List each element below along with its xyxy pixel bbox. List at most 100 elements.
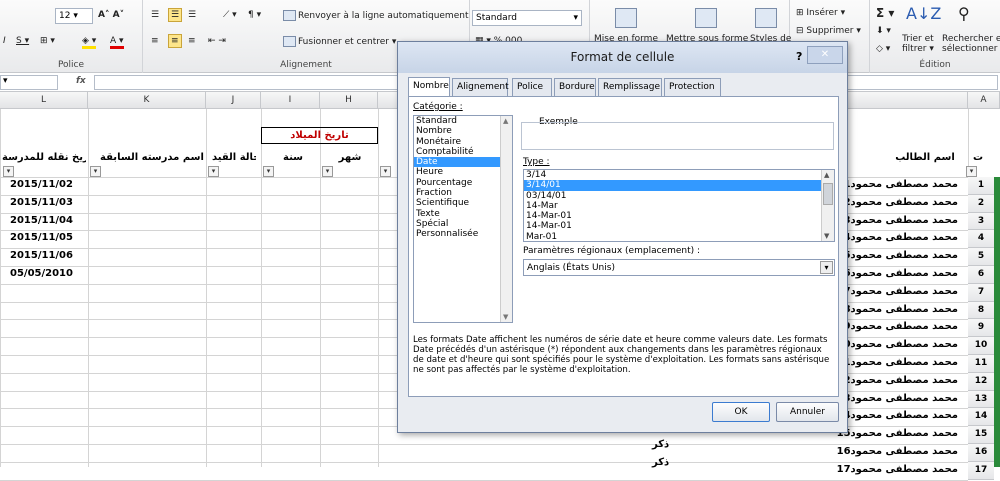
row-number[interactable]: 15 (968, 426, 994, 444)
row-number[interactable]: 7 (968, 283, 994, 302)
col-header-H[interactable]: H (320, 92, 378, 109)
student-name-cell[interactable]: محمد مصطفى محمود1 (844, 179, 958, 190)
student-name-cell[interactable]: محمد مصطفى محمود7 (844, 286, 958, 297)
name-box[interactable]: ▾ (0, 75, 58, 90)
type-item[interactable]: Mar-01 (524, 232, 834, 241)
align-center-button[interactable]: ≡ (168, 34, 182, 48)
gender-cell[interactable]: ذكر (652, 457, 669, 468)
type-item[interactable]: 14-Mar-01 (524, 211, 834, 221)
type-item[interactable]: 03/14/01 (524, 191, 834, 201)
tab-remplissage[interactable]: Remplissage (598, 78, 662, 96)
student-name-cell[interactable]: محمد مصطفى محمود17 (837, 464, 958, 475)
row-number[interactable]: 17 (968, 461, 994, 480)
row-number[interactable]: 2 (968, 194, 994, 213)
col-header-I[interactable]: I (261, 92, 320, 109)
ok-button[interactable]: OK (712, 402, 770, 422)
tab-bordure[interactable]: Bordure (554, 78, 596, 96)
filter-dropdown-A[interactable]: ▾ (966, 166, 977, 177)
student-name-cell[interactable]: محمد مصطفى محمود6 (844, 268, 958, 279)
category-item[interactable]: Nombre (414, 126, 512, 136)
category-item[interactable]: Heure (414, 167, 512, 177)
cancel-button[interactable]: Annuler (776, 402, 839, 422)
category-list[interactable]: Standard Nombre Monétaire Comptabilité Date H… (413, 115, 513, 323)
category-item[interactable]: Comptabilité (414, 147, 512, 157)
type-item[interactable]: 14-Mar (524, 201, 834, 211)
type-list[interactable]: 3/14 3/14/01 03/14/01 14-Mar 14-Mar-01 14-Mar… (523, 169, 835, 242)
transfer-date-cell[interactable]: 05/05/2010 (10, 268, 73, 279)
indent-button[interactable]: ⇤ ⇥ (208, 36, 226, 46)
trier-button[interactable]: Trier et filtrer ▾ (902, 34, 934, 54)
student-name-cell[interactable]: محمد مصطفى محمود14 (837, 410, 958, 421)
category-item[interactable]: Scientifique (414, 198, 512, 208)
type-scrollbar[interactable]: ▲ ▼ (821, 170, 834, 241)
student-name-cell[interactable]: محمد مصطفى محمود16 (837, 446, 958, 457)
align-right-button[interactable]: ≡ (188, 36, 196, 46)
filter-dropdown-L[interactable]: ▾ (3, 166, 14, 177)
col-header-J[interactable]: J (206, 92, 261, 109)
scroll-down-icon[interactable]: ▼ (503, 313, 508, 321)
close-button[interactable]: ✕ (807, 46, 843, 64)
help-button[interactable]: ? (796, 50, 802, 63)
align-top-button[interactable]: ☰ (151, 10, 159, 20)
student-name-cell[interactable]: محمد مصطفى محمود4 (844, 232, 958, 243)
fill-button[interactable]: ⬇ ▾ (876, 26, 891, 36)
filter-dropdown-I[interactable]: ▾ (263, 166, 274, 177)
grow-font-button[interactable]: A˄ A˅ (98, 10, 124, 20)
italic-button[interactable]: I (3, 36, 6, 46)
student-name-cell[interactable]: محمد مصطفى محمود2 (844, 197, 958, 208)
row-number[interactable]: 16 (968, 444, 994, 462)
student-name-cell[interactable]: محمد مصطفى محمود9 (844, 321, 958, 332)
student-name-cell[interactable]: محمد مصطفى محمود11 (837, 357, 958, 368)
transfer-date-cell[interactable]: 2015/11/06 (10, 250, 73, 261)
category-item[interactable]: Monétaire (414, 137, 512, 147)
row-number[interactable]: 3 (968, 212, 994, 231)
category-item[interactable]: Fraction (414, 188, 512, 198)
transfer-date-cell[interactable]: 2015/11/02 (10, 179, 73, 190)
transfer-date-cell[interactable]: 2015/11/05 (10, 232, 73, 243)
orientation-button[interactable]: ⟋ ▾ (223, 10, 237, 20)
row-number[interactable]: 1 (968, 177, 994, 195)
transfer-date-cell[interactable]: 2015/11/03 (10, 197, 73, 208)
type-item[interactable]: 14-Mar-01 (524, 221, 834, 231)
student-name-cell[interactable]: محمد مصطفى محمود3 (844, 215, 958, 226)
filter-dropdown-H2[interactable]: ▾ (380, 166, 391, 177)
align-middle-button[interactable]: ☰ (168, 8, 183, 22)
row-number[interactable]: 9 (968, 319, 994, 338)
row-number[interactable]: 14 (968, 408, 994, 427)
category-item[interactable]: Standard (414, 116, 512, 126)
clear-button[interactable]: ◇ ▾ (876, 44, 890, 54)
sum-icon[interactable]: Σ ▾ (876, 6, 894, 20)
type-item[interactable]: 3/14/01 (524, 180, 834, 191)
tab-police[interactable]: Police (512, 78, 552, 96)
col-header-A[interactable]: A (968, 92, 1000, 109)
category-item[interactable]: Texte (414, 209, 512, 219)
row-number[interactable]: 10 (968, 337, 994, 355)
tab-nombre[interactable]: Nombre (408, 77, 450, 96)
category-item[interactable]: Date (414, 157, 512, 168)
row-number[interactable]: 8 (968, 301, 994, 320)
row-number[interactable]: 13 (968, 390, 994, 409)
category-item[interactable]: Personnalisée (414, 229, 512, 239)
student-name-cell[interactable]: محمد مصطفى محمود13 (837, 393, 958, 404)
gender-cell[interactable]: ذكر (652, 439, 669, 450)
font-color-button[interactable]: A ▾ (110, 36, 124, 49)
type-scroll-up-icon[interactable]: ▲ (824, 171, 829, 179)
student-name-cell[interactable]: محمد مصطفى محمود5 (844, 250, 958, 261)
direction-button[interactable]: ¶ ▾ (248, 10, 261, 20)
row-number[interactable]: 11 (968, 355, 994, 373)
filter-dropdown-H[interactable]: ▾ (322, 166, 333, 177)
filter-dropdown-K[interactable]: ▾ (90, 166, 101, 177)
inserer-button[interactable]: ⊞ Insérer ▾ (796, 8, 845, 18)
fill-color-button[interactable]: ◈ ▾ (82, 36, 97, 49)
type-item[interactable]: 3/14 (524, 170, 834, 180)
col-header-L[interactable]: L (0, 92, 88, 109)
student-name-cell[interactable]: محمد مصطفى محمود10 (837, 339, 958, 350)
align-bottom-button[interactable]: ☰ (188, 10, 196, 20)
supprimer-button[interactable]: ⊟ Supprimer ▾ (796, 26, 861, 36)
number-format-combo[interactable]: Standard ▾ (472, 10, 582, 26)
row-number[interactable]: 5 (968, 248, 994, 266)
tab-alignement[interactable]: Alignement (452, 78, 509, 96)
type-scroll-thumb[interactable] (823, 183, 833, 205)
student-name-cell[interactable]: محمد مصطفى محمود8 (844, 304, 958, 315)
font-size-combo[interactable]: 12 ▾ (55, 8, 93, 24)
